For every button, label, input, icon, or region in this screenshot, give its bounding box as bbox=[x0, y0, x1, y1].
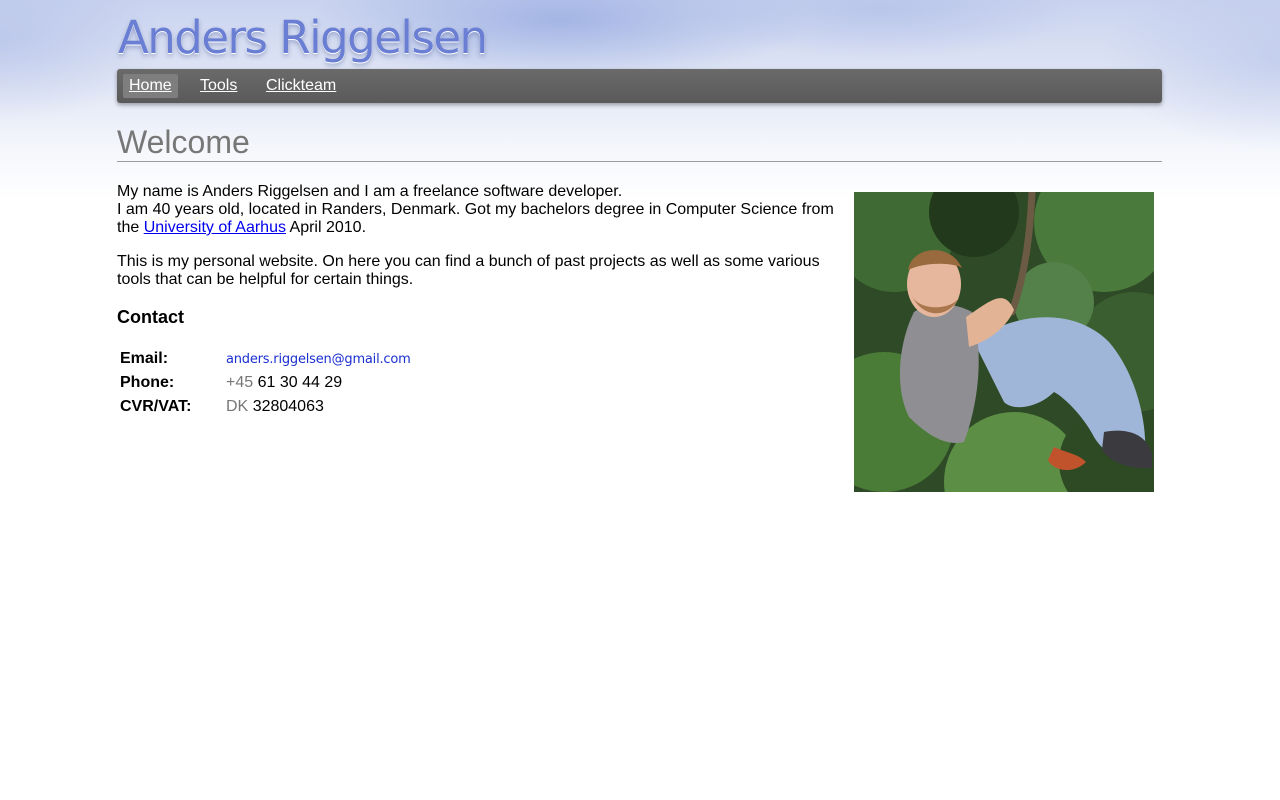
email-cell: anders.riggelsen@gmail.com bbox=[225, 348, 412, 370]
university-link[interactable]: University of Aarhus bbox=[144, 219, 286, 236]
contact-row-vat: CVR/VAT: DK 32804063 bbox=[119, 396, 412, 418]
intro-paragraph-1: My name is Anders Riggelsen and I am a f… bbox=[117, 183, 842, 237]
contact-row-email: Email: anders.riggelsen@gmail.com bbox=[119, 348, 412, 370]
email-image-text: anders.riggelsen@gmail.com bbox=[226, 352, 411, 367]
main-nav: Home Tools Clickteam bbox=[117, 69, 1162, 103]
vat-cell: DK 32804063 bbox=[225, 396, 412, 418]
nav-item-tools[interactable]: Tools bbox=[194, 74, 243, 98]
phone-label: Phone: bbox=[120, 374, 175, 391]
profile-photo-image bbox=[854, 192, 1154, 492]
site-logo-title[interactable]: Anders Riggelsen bbox=[118, 10, 488, 66]
phone-cell: +45 61 30 44 29 bbox=[225, 372, 412, 394]
email-label: Email: bbox=[120, 350, 169, 367]
vat-number: 32804063 bbox=[252, 398, 324, 415]
contact-table: Email: anders.riggelsen@gmail.com Phone:… bbox=[117, 346, 414, 420]
contact-heading: Contact bbox=[117, 307, 184, 327]
intro-paragraph-2: This is my personal website. On here you… bbox=[117, 253, 820, 288]
nav-item-clickteam[interactable]: Clickteam bbox=[260, 74, 342, 98]
profile-photo bbox=[854, 192, 1154, 492]
intro-line-1: My name is Anders Riggelsen and I am a f… bbox=[117, 183, 623, 200]
nav-item-home[interactable]: Home bbox=[123, 74, 178, 98]
phone-prefix: +45 bbox=[226, 374, 254, 391]
vat-label: CVR/VAT: bbox=[120, 398, 192, 415]
phone-number: 61 30 44 29 bbox=[257, 374, 343, 391]
vat-prefix: DK bbox=[226, 398, 249, 415]
intro-line-2-end: April 2010. bbox=[285, 219, 367, 236]
intro-text: My name is Anders Riggelsen and I am a f… bbox=[117, 183, 842, 289]
page-title: Welcome bbox=[117, 124, 1162, 162]
contact-row-phone: Phone: +45 61 30 44 29 bbox=[119, 372, 412, 394]
